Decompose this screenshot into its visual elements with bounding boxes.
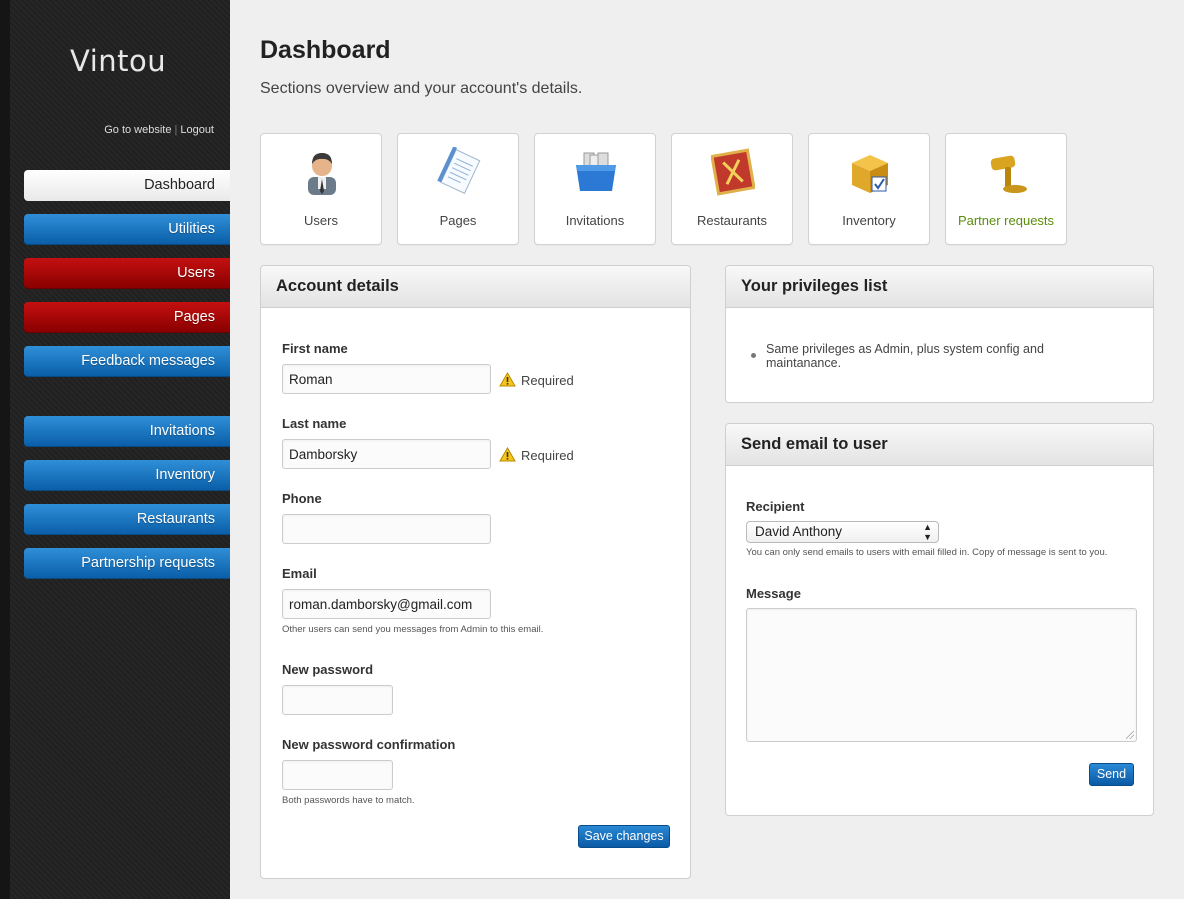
nav-item-users[interactable]: Users [24, 258, 230, 289]
warning-icon [499, 372, 516, 387]
privileges-panel: Your privileges list Same privileges as … [725, 265, 1154, 403]
page-subtitle: Sections overview and your account's det… [260, 80, 583, 97]
tile-users-label: Users [304, 213, 338, 228]
nav-item-restaurants[interactable]: Restaurants [24, 504, 230, 535]
tile-partner-requests-label: Partner requests [957, 213, 1055, 228]
save-changes-button[interactable]: Save changes [578, 825, 670, 848]
recipient-hint: You can only send emails to users with e… [746, 547, 1108, 558]
tile-restaurants[interactable]: Restaurants [671, 133, 793, 245]
sidebar: Vintou Go to website | Logout Dashboard Ut… [0, 0, 230, 899]
tile-inventory-label: Inventory [842, 213, 896, 228]
user-icon [308, 153, 336, 195]
privilege-bullet [751, 353, 756, 358]
page-title: Dashboard [260, 36, 391, 64]
first-name-required-text: Required [521, 373, 574, 388]
invitations-folder-icon [576, 152, 616, 191]
email-label: Email [282, 566, 317, 581]
last-name-field[interactable] [282, 439, 491, 469]
tile-partner-requests[interactable]: Partner requests [945, 133, 1067, 245]
privileges-title: Your privileges list [726, 266, 1153, 308]
password-match-hint: Both passwords have to match. [282, 795, 415, 806]
tile-invitations[interactable]: Invitations [534, 133, 656, 245]
new-password-field[interactable] [282, 685, 393, 715]
message-textarea[interactable] [746, 608, 1137, 742]
tile-invitations-label: Invitations [565, 213, 625, 228]
tile-pages-label: Pages [439, 213, 477, 228]
select-arrows-icon: ▲ ▼ [923, 522, 932, 542]
tile-restaurants-label: Restaurants [696, 213, 768, 228]
tile-inventory[interactable]: Inventory [808, 133, 930, 245]
nav-item-inventory[interactable]: Inventory [24, 460, 230, 491]
account-details-title: Account details [261, 266, 690, 308]
sidebar-edge [0, 0, 10, 899]
restaurant-icon [711, 148, 755, 196]
nav-item-feedback-messages[interactable]: Feedback messages [24, 346, 230, 377]
new-password-label: New password [282, 662, 374, 677]
message-label: Message [746, 586, 801, 601]
privilege-item: Same privileges as Admin, plus system co… [766, 342, 1044, 370]
email-hint: Other users can send you messages from A… [282, 624, 544, 635]
pages-icon [437, 147, 481, 194]
nav-item-pages[interactable]: Pages [24, 302, 230, 333]
account-details-panel: Account details First name Required Last… [260, 265, 691, 879]
email-field[interactable] [282, 589, 491, 619]
send-email-panel: Send email to user Recipient David Antho… [725, 423, 1154, 816]
phone-field[interactable] [282, 514, 491, 544]
nav-item-utilities[interactable]: Utilities [24, 214, 230, 245]
last-name-required: Required [499, 447, 574, 463]
top-links: Go to website | Logout [104, 124, 214, 136]
tile-users[interactable]: Users [260, 133, 382, 245]
nav-item-invitations[interactable]: Invitations [24, 416, 230, 447]
first-name-field[interactable] [282, 364, 491, 394]
recipient-value: David Anthony [755, 524, 843, 539]
warning-icon [499, 447, 516, 462]
phone-label: Phone [282, 491, 322, 506]
logout-link[interactable]: Logout [180, 124, 214, 136]
link-separator: | [174, 124, 178, 136]
last-name-required-text: Required [521, 448, 574, 463]
inventory-box-icon [852, 155, 888, 193]
send-email-title: Send email to user [726, 424, 1153, 466]
new-password-confirmation-label: New password confirmation [282, 737, 456, 752]
send-button[interactable]: Send [1089, 763, 1134, 786]
recipient-label: Recipient [746, 499, 805, 514]
tile-pages[interactable]: Pages [397, 133, 519, 245]
resize-grip-icon[interactable] [1126, 731, 1134, 739]
first-name-required: Required [499, 372, 574, 388]
first-name-label: First name [282, 341, 348, 356]
go-to-website-link[interactable]: Go to website [104, 124, 171, 136]
gavel-icon [990, 155, 1027, 193]
nav-item-partnership-requests[interactable]: Partnership requests [24, 548, 230, 579]
new-password-confirmation-field[interactable] [282, 760, 393, 790]
app-logo[interactable]: Vintou [70, 44, 166, 78]
nav-item-dashboard[interactable]: Dashboard [24, 170, 230, 201]
recipient-select[interactable]: David Anthony ▲ ▼ [746, 521, 939, 543]
last-name-label: Last name [282, 416, 347, 431]
